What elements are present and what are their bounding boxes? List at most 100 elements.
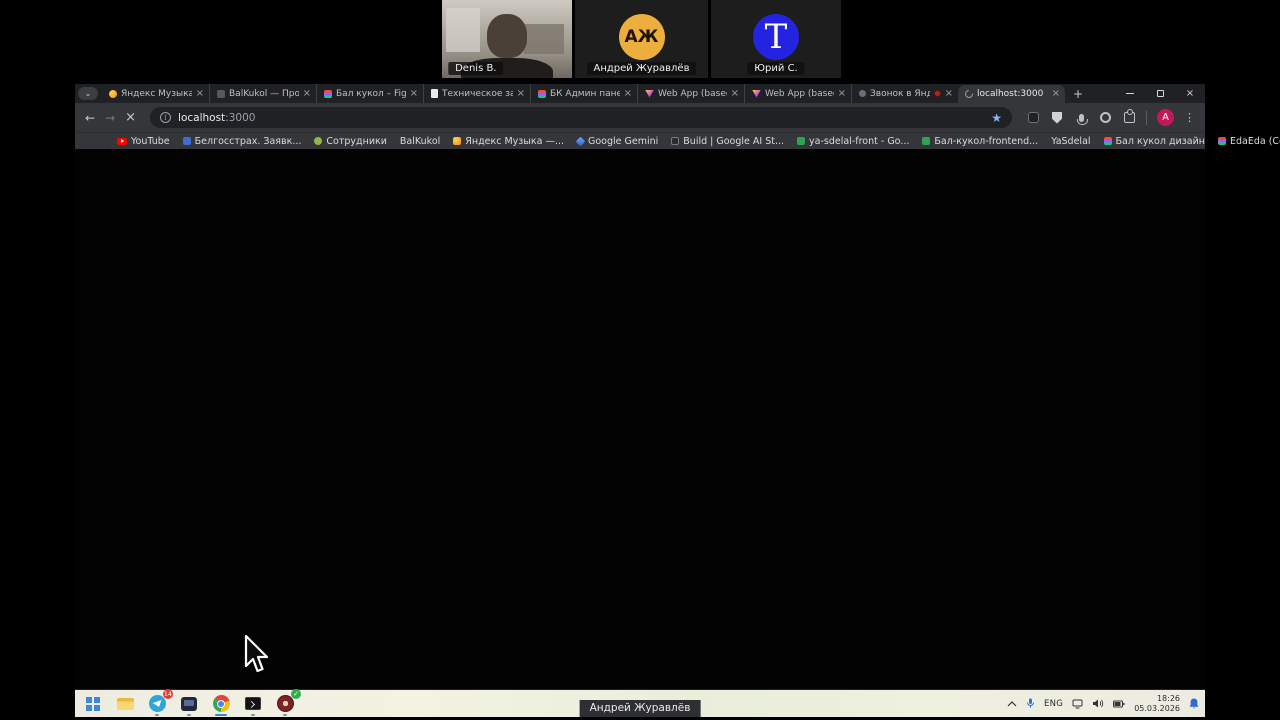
back-button[interactable]: ← [85, 112, 95, 124]
extension-ring-icon[interactable] [1098, 111, 1112, 125]
unread-badge: 14 [163, 689, 173, 699]
bookmark-label: Google Gemini [588, 136, 658, 147]
chrome-window: ⌄ Яндекс Музыка — с×BalKukol — Профиль×Б… [75, 84, 1205, 690]
bookmarks-bar: YouTube Белгосстрах. Заявк... Сотрудники Ba… [75, 132, 1205, 149]
microphone-icon[interactable] [1074, 111, 1088, 125]
running-indicator [155, 714, 159, 716]
browser-tab[interactable]: Бал кукол – Figma × [316, 84, 423, 103]
bookmark-item[interactable]: EdaEda (Copy) – Fig... [1218, 136, 1280, 147]
running-indicator [187, 714, 191, 716]
tab-close-icon[interactable]: × [838, 89, 846, 99]
microphone-tray-icon[interactable] [1026, 698, 1035, 709]
screen-share-view: Denis B. АЖ Андрей Журавлёв T Юрий С. ⌄ … [0, 0, 1280, 720]
bookmark-label: Яндекс Музыка —... [465, 136, 564, 147]
taskbar-windows-start-icon[interactable] [81, 692, 105, 716]
bookmark-item[interactable]: Белгосстрах. Заявк... [183, 136, 302, 147]
tab-close-icon[interactable]: × [1052, 89, 1060, 99]
taskbar-file-explorer-icon[interactable] [113, 692, 137, 716]
network-icon[interactable] [1072, 699, 1084, 709]
tab-close-icon[interactable]: × [624, 89, 632, 99]
spinner-favicon-icon [963, 88, 974, 99]
restore-button[interactable] [1145, 84, 1175, 103]
browser-tab[interactable]: localhost:3000× [958, 85, 1065, 103]
bookmark-item[interactable]: ya-sdelal-front - Go... [797, 136, 909, 147]
participant-avatar: АЖ [619, 14, 665, 60]
taskbar-red-browser-app-icon[interactable]: ✓ [273, 692, 297, 716]
bookmark-item[interactable]: Яндекс Музыка —... [453, 136, 564, 147]
bookmark-star-icon[interactable]: ★ [991, 111, 1002, 125]
stop-loading-button[interactable]: × [125, 111, 136, 124]
tab-close-icon[interactable]: × [945, 89, 953, 99]
notification-bell-icon[interactable] [1189, 698, 1199, 709]
tab-close-icon[interactable]: × [303, 89, 311, 99]
taskbar-telegram-icon[interactable]: 14 [145, 692, 169, 716]
browser-tab[interactable]: Техническое задани× [423, 84, 530, 103]
recording-indicator-icon [934, 90, 941, 97]
bookmark-item[interactable]: BalKukol [400, 136, 440, 147]
extension-icon[interactable] [1026, 111, 1040, 125]
participant-name: Denis B. [448, 62, 503, 75]
close-button[interactable]: × [1175, 84, 1205, 103]
tab-title: Бал кукол – Figma [336, 89, 406, 99]
volume-icon[interactable] [1093, 699, 1104, 708]
bookmark-label: Бал-кукол-frontend... [934, 136, 1038, 147]
figma-favicon-icon [538, 90, 546, 98]
bookmark-items: YouTube Белгосстрах. Заявк... Сотрудники Ba… [117, 136, 1280, 147]
dark-app-icon [671, 137, 679, 145]
participant-avatar: T [753, 14, 799, 60]
new-tab-button[interactable]: + [1069, 84, 1087, 103]
taskbar-dark-app-icon[interactable] [177, 692, 201, 716]
browser-tab[interactable]: Web App (based on× [744, 84, 851, 103]
tray-chevron-up-icon[interactable] [1007, 701, 1017, 707]
webapp-favicon-icon [645, 90, 654, 98]
profile-avatar[interactable]: A [1157, 109, 1174, 126]
running-indicator [251, 714, 255, 716]
tab-search-button[interactable]: ⌄ [78, 87, 98, 100]
site-info-icon[interactable]: i [160, 112, 171, 123]
tab-close-icon[interactable]: × [517, 89, 525, 99]
yandex-music-favicon-icon [109, 90, 117, 98]
tab-close-icon[interactable]: × [410, 89, 418, 99]
tab-close-icon[interactable]: × [196, 89, 204, 99]
taskbar-chrome-icon[interactable] [209, 692, 233, 716]
participant-tile-avatar[interactable]: АЖ Андрей Журавлёв [575, 0, 708, 78]
language-indicator[interactable]: ENG [1044, 699, 1063, 709]
bookmark-item[interactable]: Бал кукол дизайн [1104, 136, 1205, 147]
extensions-puzzle-icon[interactable] [1122, 111, 1136, 125]
bookmark-item[interactable]: Бал-кукол-frontend... [922, 136, 1038, 147]
tab-title: БК Админ панель (п [550, 89, 620, 99]
bookmark-label: ya-sdelal-front - Go... [809, 136, 909, 147]
participant-tile-video[interactable]: Denis B. [442, 0, 572, 78]
bookmark-item[interactable]: Google Gemini [577, 136, 658, 147]
active-speaker-overlay: Андрей Журавлёв [580, 700, 701, 717]
minimize-button[interactable] [1115, 84, 1145, 103]
tab-close-icon[interactable]: × [731, 89, 739, 99]
taskbar-terminal-icon[interactable] [241, 692, 265, 716]
browser-tab[interactable]: Яндекс Музыка — с× [102, 84, 209, 103]
browser-tab[interactable]: Звонок в Яндекс × [851, 84, 958, 103]
chrome-menu-icon[interactable]: ⋮ [1184, 111, 1195, 124]
tab-title: Звонок в Яндекс [870, 89, 930, 99]
browser-tab[interactable]: Web App (based on × [637, 84, 744, 103]
bookmark-label: Build | Google AI St... [683, 136, 784, 147]
bookmark-label: BalKukol [400, 136, 440, 147]
bookmark-item[interactable]: Сотрудники [314, 136, 387, 147]
battery-icon[interactable] [1113, 700, 1125, 708]
tab-title: Web App (based on [658, 89, 727, 99]
taskbar-items: 14 ✓ [81, 692, 297, 716]
bookmark-item[interactable]: YaSdelal [1051, 136, 1090, 147]
forward-button[interactable]: → [105, 112, 115, 124]
page-content[interactable] [75, 149, 1205, 689]
mouse-cursor [243, 634, 271, 676]
browser-tab[interactable]: BalKukol — Профиль× [209, 84, 316, 103]
browser-tab[interactable]: БК Админ панель (п × [530, 84, 637, 103]
bookmark-item[interactable]: YouTube [117, 136, 170, 147]
clock[interactable]: 18:26 05.03.2026 [1134, 694, 1180, 712]
telegram-glyph [149, 695, 166, 712]
shield-extension-icon[interactable] [1050, 111, 1064, 125]
green-repo-icon [797, 137, 805, 145]
participant-tile-avatar[interactable]: T Юрий С. [711, 0, 841, 78]
browser-toolbar: ← → × i localhost:3000 ★ A ⋮ [75, 103, 1205, 132]
bookmark-item[interactable]: Build | Google AI St... [671, 136, 784, 147]
address-bar[interactable]: i localhost:3000 ★ [150, 107, 1012, 128]
